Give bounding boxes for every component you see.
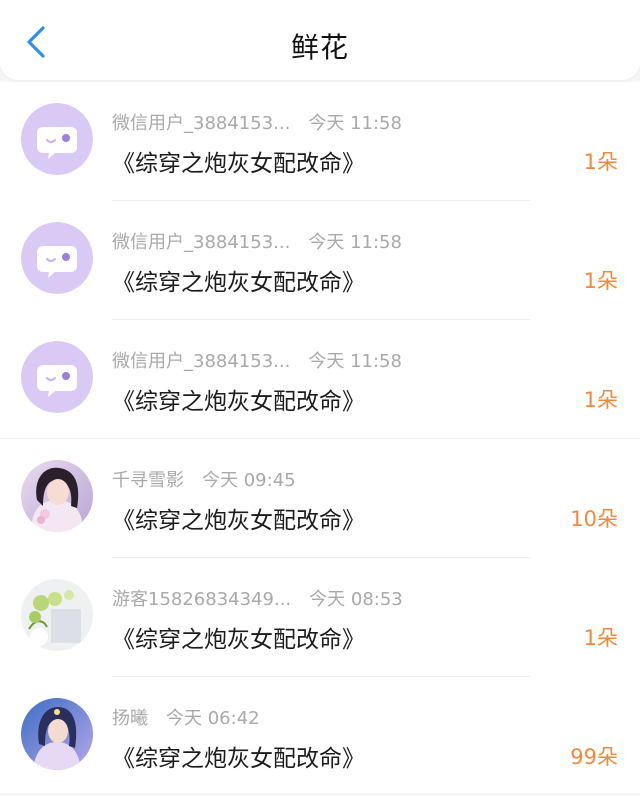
list-item[interactable]: 微信用户_3884153... 今天 11:58 《综穿之炮灰女配改命》 1朵 xyxy=(0,201,640,320)
record-meta: 扬曦 今天 06:42 xyxy=(112,704,260,730)
user-name: 扬曦 xyxy=(112,708,148,729)
list-item[interactable]: 微信用户_3884153... 今天 11:58 《综穿之炮灰女配改命》 1朵 xyxy=(0,320,640,439)
record-time: 今天 08:53 xyxy=(309,589,403,610)
flower-photo-avatar xyxy=(21,579,93,651)
record-time: 今天 09:45 xyxy=(202,470,296,491)
list-item[interactable]: 游客15826834349... 今天 08:53 《综穿之炮灰女配改命》 1朵 xyxy=(0,558,640,677)
book-title: 《综穿之炮灰女配改命》 xyxy=(112,389,365,415)
record-meta: 微信用户_3884153... 今天 11:58 xyxy=(112,347,402,373)
record-meta: 微信用户_3884153... 今天 11:58 xyxy=(112,228,402,254)
user-name: 千寻雪影 xyxy=(112,470,184,491)
record-meta: 微信用户_3884153... 今天 11:58 xyxy=(112,109,402,135)
record-time: 今天 11:58 xyxy=(308,232,402,253)
flower-count: 1朵 xyxy=(583,626,618,650)
book-title: 《综穿之炮灰女配改命》 xyxy=(112,151,365,177)
book-title: 《综穿之炮灰女配改命》 xyxy=(112,627,365,653)
girl-portrait-avatar xyxy=(21,460,93,532)
flower-record-list: 微信用户_3884153... 今天 11:58 《综穿之炮灰女配改命》 1朵 微… xyxy=(0,82,640,793)
record-meta: 游客15826834349... 今天 08:53 xyxy=(112,585,403,611)
book-title: 《综穿之炮灰女配改命》 xyxy=(112,508,365,534)
user-name: 微信用户_3884153... xyxy=(112,232,291,253)
book-title: 《综穿之炮灰女配改命》 xyxy=(112,746,365,772)
page-title: 鲜花 xyxy=(290,31,349,64)
list-item[interactable]: 千寻雪影 今天 09:45 《综穿之炮灰女配改命》 10朵 xyxy=(0,439,640,558)
list-item[interactable]: 微信用户_3884153... 今天 11:58 《综穿之炮灰女配改命》 1朵 xyxy=(0,82,640,201)
flower-count: 99朵 xyxy=(570,745,618,769)
record-time: 今天 06:42 xyxy=(166,708,260,729)
record-time: 今天 11:58 xyxy=(308,351,402,372)
fantasy-girl-avatar xyxy=(21,698,93,770)
flower-count: 1朵 xyxy=(583,150,618,174)
book-title: 《综穿之炮灰女配改命》 xyxy=(112,270,365,296)
top-bar: 鲜花 xyxy=(0,0,640,80)
user-name: 微信用户_3884153... xyxy=(112,351,291,372)
default-avatar-icon xyxy=(21,222,93,294)
user-name: 微信用户_3884153... xyxy=(112,113,291,134)
user-name: 游客15826834349... xyxy=(112,589,292,610)
record-meta: 千寻雪影 今天 09:45 xyxy=(112,466,296,492)
record-time: 今天 11:58 xyxy=(308,113,402,134)
flower-count: 10朵 xyxy=(570,507,618,531)
flower-count: 1朵 xyxy=(583,269,618,293)
default-avatar-icon xyxy=(21,103,93,175)
default-avatar-icon xyxy=(21,341,93,413)
list-item[interactable]: 扬曦 今天 06:42 《综穿之炮灰女配改命》 99朵 xyxy=(0,677,640,796)
flower-count: 1朵 xyxy=(583,388,618,412)
